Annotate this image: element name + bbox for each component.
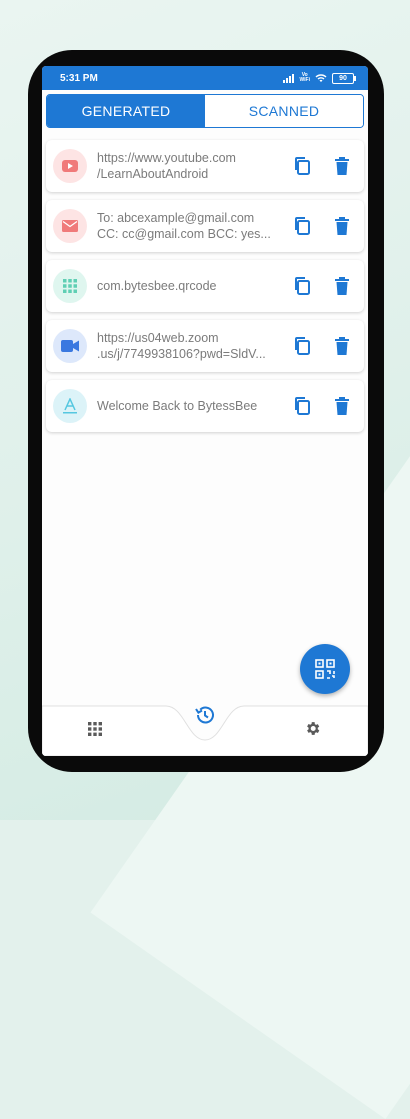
status-time: 5:31 PM: [60, 72, 98, 84]
status-icons: Vo WiFi 90: [283, 72, 356, 84]
qr-code-icon: [315, 659, 335, 679]
copy-icon[interactable]: [292, 216, 312, 236]
delete-icon[interactable]: [332, 216, 352, 236]
battery-level: 90: [339, 74, 347, 82]
delete-icon[interactable]: [332, 396, 352, 416]
item-line-1: To: abcexample@gmail.com: [97, 211, 255, 225]
list-item[interactable]: Welcome Back to BytessBee: [46, 380, 364, 432]
item-content: https://us04web.zoom .us/j/7749938106?pw…: [97, 330, 272, 362]
settings-icon[interactable]: [304, 720, 321, 742]
list-item[interactable]: https://www.youtube.com /LearnAboutAndro…: [46, 140, 364, 192]
item-line-1: Welcome Back to BytessBee: [97, 399, 258, 413]
copy-icon[interactable]: [292, 156, 312, 176]
item-content: To: abcexample@gmail.com CC: cc@gmail.co…: [97, 210, 272, 242]
item-actions: [292, 396, 352, 416]
history-list: https://www.youtube.com /LearnAboutAndro…: [46, 140, 364, 440]
text-icon: [53, 389, 87, 423]
copy-icon[interactable]: [292, 276, 312, 296]
history-icon[interactable]: [194, 704, 216, 731]
tab-scanned[interactable]: SCANNED: [205, 95, 363, 127]
video-call-icon: [53, 329, 87, 363]
item-line-2: /LearnAboutAndroid: [97, 167, 209, 181]
item-actions: [292, 156, 352, 176]
list-item[interactable]: https://us04web.zoom .us/j/7749938106?pw…: [46, 320, 364, 372]
battery-icon: 90: [332, 72, 356, 84]
app-grid-icon: [53, 269, 87, 303]
apps-icon[interactable]: [88, 722, 102, 741]
list-item[interactable]: To: abcexample@gmail.com CC: cc@gmail.co…: [46, 200, 364, 252]
vowifi-label: Vo WiFi: [299, 72, 310, 83]
item-content: com.bytesbee.qrcode: [97, 278, 272, 294]
item-actions: [292, 336, 352, 356]
item-content: https://www.youtube.com /LearnAboutAndro…: [97, 150, 272, 182]
delete-icon[interactable]: [332, 276, 352, 296]
status-bar: 5:31 PM Vo WiFi 90: [42, 66, 368, 90]
item-line-1: https://www.youtube.com: [97, 151, 236, 165]
signal-icon: [283, 73, 295, 83]
copy-icon[interactable]: [292, 396, 312, 416]
youtube-icon: [53, 149, 87, 183]
delete-icon[interactable]: [332, 336, 352, 356]
scan-qr-button[interactable]: [300, 644, 350, 694]
item-line-2: .us/j/7749938106?pwd=SldV...: [97, 347, 266, 361]
item-line-1: https://us04web.zoom: [97, 331, 219, 345]
item-actions: [292, 216, 352, 236]
wifi-icon: [315, 74, 327, 82]
item-line-1: com.bytesbee.qrcode: [97, 279, 217, 293]
bottom-nav: [42, 702, 368, 756]
list-item[interactable]: com.bytesbee.qrcode: [46, 260, 364, 312]
item-line-2: CC: cc@gmail.com BCC: yes...: [97, 227, 271, 241]
tab-bar: GENERATED SCANNED: [46, 94, 364, 128]
email-icon: [53, 209, 87, 243]
item-content: Welcome Back to BytessBee: [97, 398, 272, 414]
copy-icon[interactable]: [292, 336, 312, 356]
delete-icon[interactable]: [332, 156, 352, 176]
item-actions: [292, 276, 352, 296]
tab-generated[interactable]: GENERATED: [47, 95, 205, 127]
app-screen: 5:31 PM Vo WiFi 90 GENERATED SCANNED htt…: [42, 66, 368, 756]
